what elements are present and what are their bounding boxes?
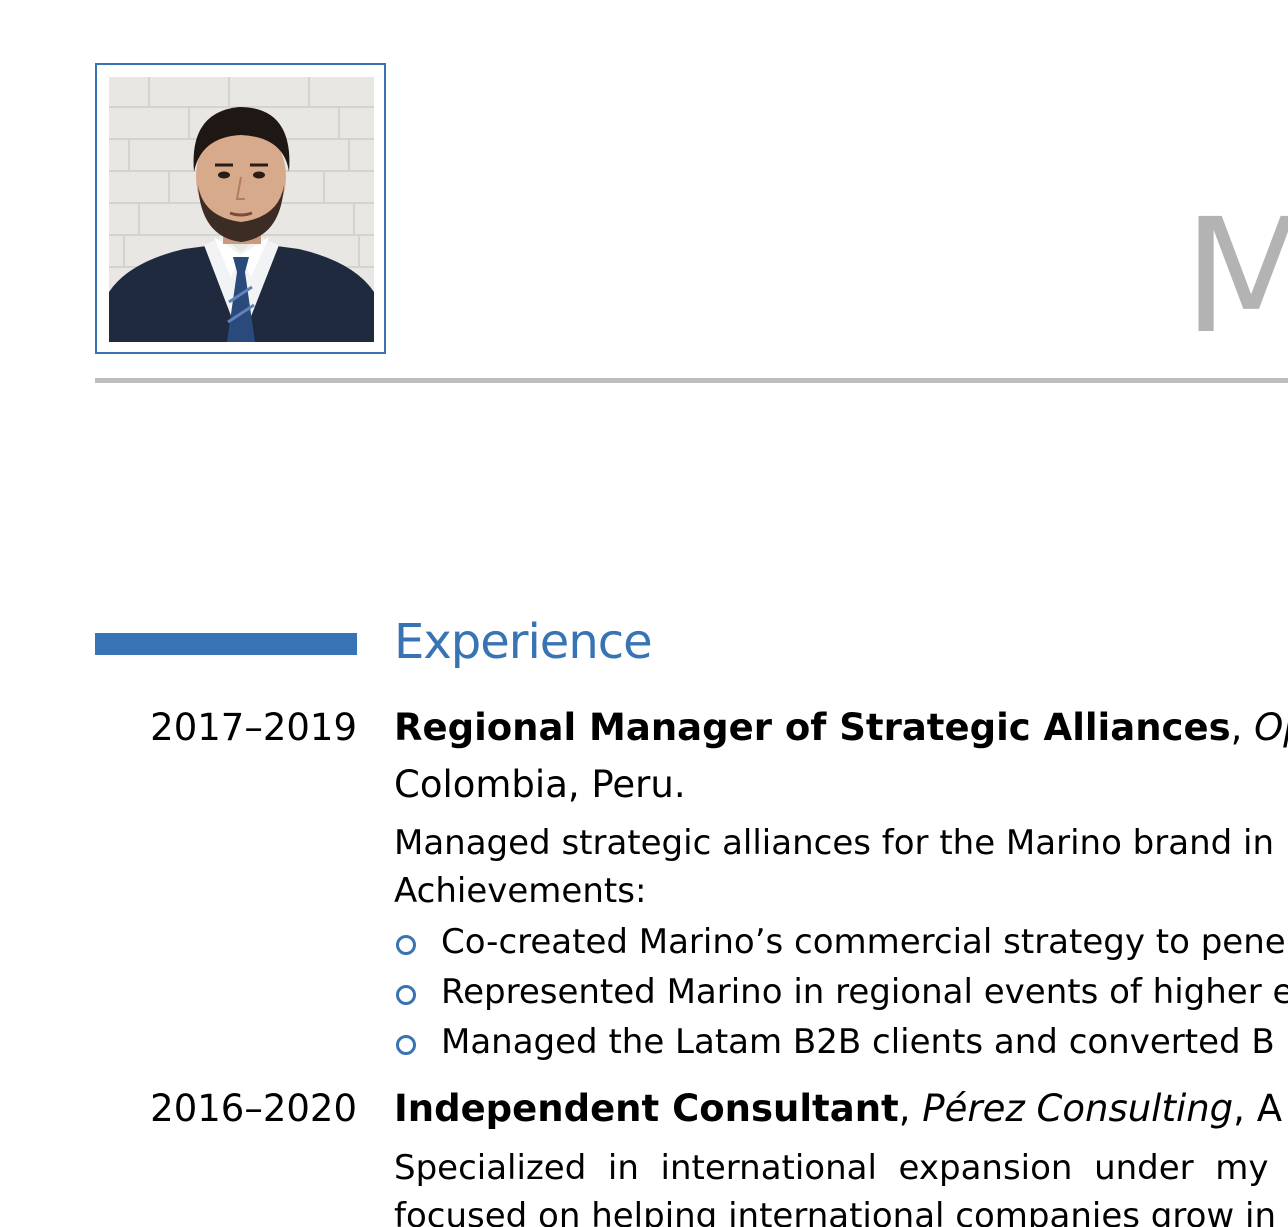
entry-organization: Op <box>1254 706 1288 749</box>
name-title: M <box>1183 185 1288 369</box>
portrait-svg <box>109 77 374 342</box>
bullet-circle-icon <box>396 935 416 955</box>
portrait-photo-icon <box>109 77 374 342</box>
entry-role: Regional Manager of Strategic Alliances <box>394 706 1231 749</box>
entry-heading: Regional Manager of Strategic Alliances,… <box>394 706 1288 750</box>
entry-date: 2017–2019 <box>150 706 357 749</box>
entry-separator: , A <box>1233 1087 1283 1130</box>
entry-separator: , <box>1230 706 1255 749</box>
section-title-experience: Experience <box>394 614 653 670</box>
entry-heading: Independent Consultant, Pérez Consulting… <box>394 1087 1282 1131</box>
list-item: Represented Marino in regional events of… <box>441 972 1288 1012</box>
entry-location: Colombia, Peru. <box>394 763 686 806</box>
section-marker-bar <box>95 633 357 655</box>
entry-description: Specialized in international expansion u… <box>394 1148 1288 1188</box>
entry-separator: , <box>898 1087 923 1130</box>
entry-role: Independent Consultant <box>394 1087 899 1130</box>
entry-description: focused on helping international compani… <box>394 1196 1276 1227</box>
entry-organization: Pérez Consulting <box>922 1087 1234 1130</box>
header-divider <box>95 378 1288 383</box>
list-item: Co-created Marino’s commercial strategy … <box>441 922 1286 962</box>
bullet-circle-icon <box>396 1035 416 1055</box>
entry-description: Managed strategic alliances for the Mari… <box>394 823 1275 863</box>
photo-frame <box>95 63 386 354</box>
list-item: Managed the Latam B2B clients and conver… <box>441 1022 1275 1062</box>
cv-page: M Experience 2017–2019 Regional Manager … <box>0 0 1288 1227</box>
entry-date: 2016–2020 <box>150 1087 357 1130</box>
entry-achievements-label: Achievements: <box>394 871 647 911</box>
bullet-circle-icon <box>396 985 416 1005</box>
